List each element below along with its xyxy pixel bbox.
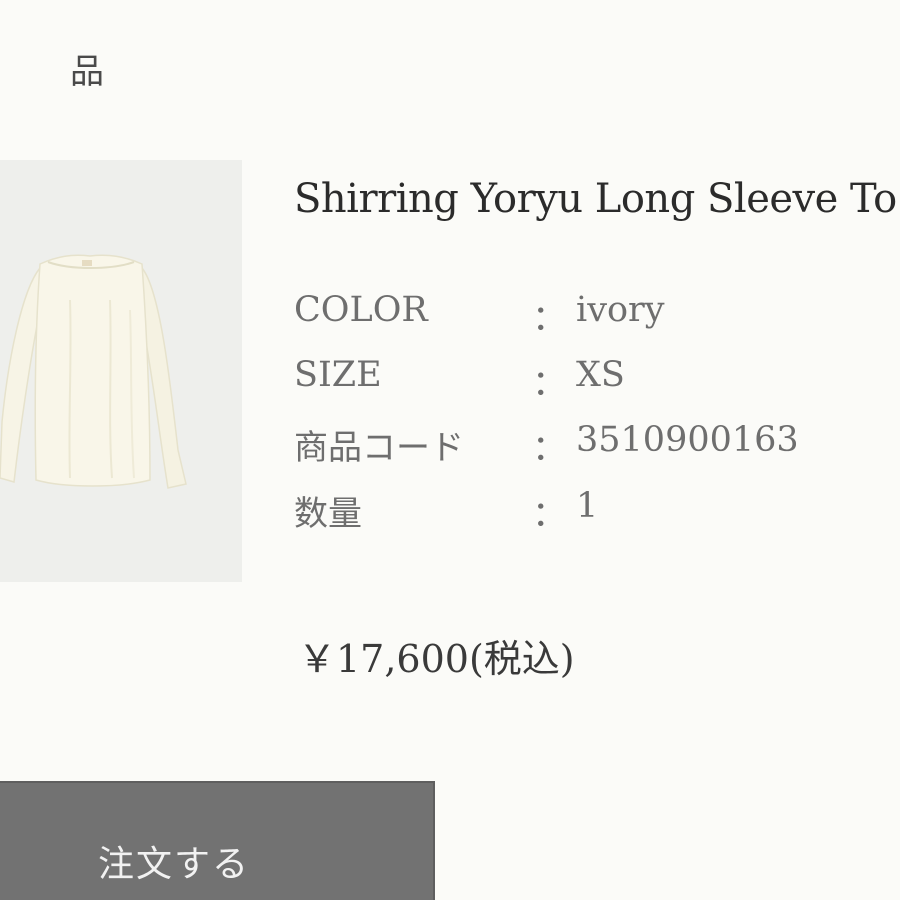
attribute-row-quantity: 数量 ： 1 [294, 486, 854, 535]
attribute-label: 商品コード [294, 428, 464, 468]
attribute-separator: ： [532, 364, 568, 404]
attribute-row-size: SIZE ： XS [294, 355, 854, 404]
attribute-value: XS [576, 355, 625, 395]
order-button[interactable]: 注文する [0, 781, 435, 900]
order-button-label: 注文する [98, 844, 251, 885]
attribute-row-product-code: 商品コード ： 3510900163 [294, 420, 854, 469]
attribute-value: 1 [576, 486, 599, 526]
garment-illustration [0, 254, 187, 489]
attribute-label: SIZE [294, 355, 382, 395]
attribute-value: 3510900163 [576, 420, 799, 460]
product-price: ￥17,600(税込) [298, 637, 575, 681]
attribute-label: 数量 [294, 494, 362, 534]
attribute-value: ivory [576, 290, 665, 330]
product-image[interactable] [0, 160, 242, 582]
page-heading: 品 [70, 52, 104, 92]
attribute-separator: ： [532, 299, 568, 339]
attribute-row-color: COLOR ： ivory [294, 290, 854, 339]
attribute-separator: ： [532, 429, 568, 469]
attribute-separator: ： [532, 495, 568, 535]
attribute-label: COLOR [294, 290, 428, 330]
product-title[interactable]: Shirring Yoryu Long Sleeve To [294, 176, 900, 222]
